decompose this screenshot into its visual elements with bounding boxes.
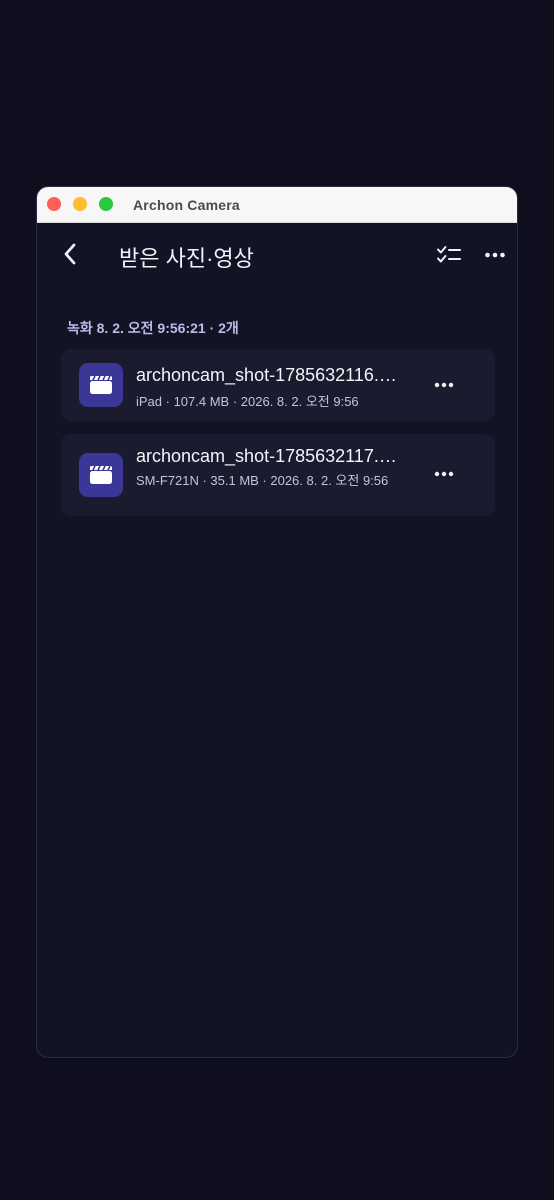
file-more-button[interactable]	[429, 462, 459, 486]
page-title: 받은 사진·영상	[119, 246, 254, 271]
ellipsis-icon	[434, 471, 454, 477]
file-row[interactable]: archoncam_shot-1785632117.mov SM-F721N ·…	[61, 434, 495, 516]
chevron-left-icon	[64, 243, 76, 265]
ellipsis-icon	[485, 252, 505, 258]
window-title: Archon Camera	[133, 197, 240, 213]
section-header: 녹화 8. 2. 오전 9:56:21 · 2개	[67, 320, 239, 336]
file-name: archoncam_shot-1785632117.mov	[136, 446, 404, 466]
video-clapper-icon	[90, 465, 112, 484]
app-window: Archon Camera 받은 사진·영상 녹화 8. 2. 오전 9:56:…	[36, 186, 518, 1058]
file-row[interactable]: archoncam_shot-1785632116.mov iPad · 107…	[61, 349, 495, 421]
file-meta: SM-F721N · 35.1 MB · 2026. 8. 2. 오전 9:56	[136, 473, 389, 488]
file-more-button[interactable]	[429, 373, 459, 397]
title-bar: Archon Camera	[37, 187, 517, 223]
checklist-icon	[437, 246, 461, 263]
video-clapper-icon	[90, 375, 112, 394]
file-thumbnail	[79, 453, 123, 497]
close-window-button[interactable]	[47, 197, 61, 211]
file-meta: iPad · 107.4 MB · 2026. 8. 2. 오전 9:56	[136, 394, 359, 409]
app-bar: 받은 사진·영상	[37, 223, 517, 287]
ellipsis-icon	[434, 382, 454, 388]
select-mode-button[interactable]	[435, 241, 463, 269]
file-thumbnail	[79, 363, 123, 407]
zoom-window-button[interactable]	[99, 197, 113, 211]
back-button[interactable]	[55, 239, 85, 269]
minimize-window-button[interactable]	[73, 197, 87, 211]
file-name: archoncam_shot-1785632116.mov	[136, 365, 404, 385]
more-options-button[interactable]	[481, 241, 509, 269]
